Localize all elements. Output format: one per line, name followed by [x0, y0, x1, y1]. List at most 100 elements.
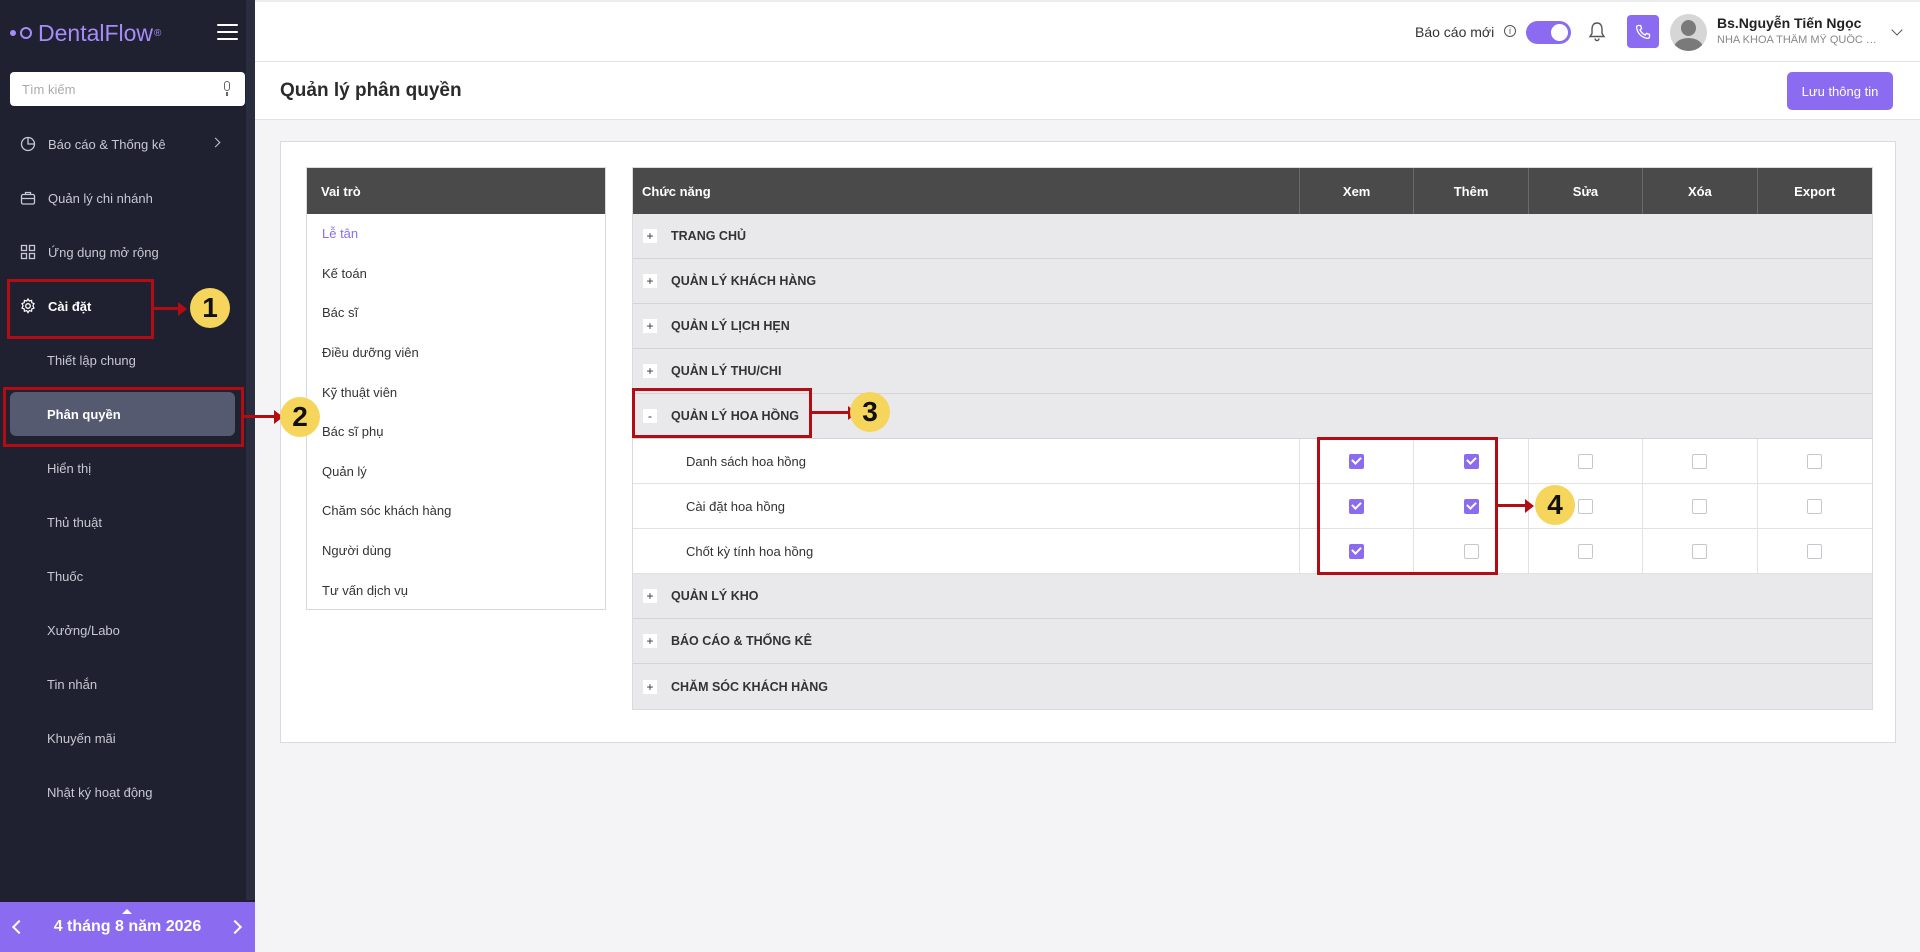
sidebar-subitem-general[interactable]: Thiết lập chung — [0, 333, 255, 387]
role-item[interactable]: Điều dưỡng viên — [307, 333, 605, 373]
bell-icon[interactable] — [1588, 21, 1606, 43]
permission-checkbox[interactable] — [1578, 543, 1593, 559]
sidebar-scrollbar[interactable] — [246, 0, 255, 900]
group-row-customers[interactable]: + QUẢN LÝ KHÁCH HÀNG — [633, 259, 1872, 304]
user-name: Bs.Nguyễn Tiến Ngọc — [1717, 15, 1862, 31]
pie-chart-icon — [20, 136, 36, 152]
sidebar-item-label: Cài đặt — [48, 298, 92, 314]
permission-checkbox[interactable] — [1463, 453, 1479, 469]
group-row-home[interactable]: + TRANG CHỦ — [633, 214, 1872, 259]
permission-checkbox[interactable] — [1807, 453, 1823, 469]
role-item[interactable]: Lễ tân — [307, 214, 605, 254]
annotation-badge-1: 1 — [190, 288, 230, 328]
sidebar-item-reports[interactable]: Báo cáo & Thống kê — [0, 117, 255, 171]
roles-header: Vai trò — [307, 168, 605, 214]
permission-checkbox[interactable] — [1807, 498, 1823, 514]
annotation-arrow-1 — [154, 307, 178, 310]
role-item[interactable]: Kế toán — [307, 254, 605, 294]
permission-checkbox[interactable] — [1807, 543, 1823, 559]
role-item[interactable]: Tư vấn dịch vụ — [307, 570, 605, 610]
permission-checkbox[interactable] — [1692, 543, 1708, 559]
menu-toggle-icon[interactable] — [217, 24, 238, 40]
group-row-customer-care[interactable]: + CHĂM SÓC KHÁCH HÀNG — [633, 664, 1872, 709]
annotation-badge-2: 2 — [280, 397, 320, 437]
expand-icon[interactable]: + — [643, 634, 657, 648]
role-item[interactable]: Quản lý — [307, 452, 605, 492]
phone-button[interactable] — [1627, 15, 1659, 48]
sidebar-subitem-promotions[interactable]: Khuyến mãi — [0, 711, 255, 765]
annotation-arrow-2 — [244, 415, 274, 418]
function-label: Danh sách hoa hồng — [633, 439, 1300, 483]
column-header-view: Xem — [1300, 168, 1415, 214]
new-report-label: Báo cáo mới — [1415, 24, 1495, 40]
column-header-function: Chức năng — [633, 168, 1300, 214]
sidebar-subitem-display[interactable]: Hiển thị — [0, 441, 255, 495]
permission-checkbox[interactable] — [1578, 453, 1593, 469]
expand-icon[interactable]: + — [643, 679, 657, 694]
info-icon[interactable]: i — [1504, 25, 1516, 37]
group-row-finance[interactable]: + QUẢN LÝ THU/CHI — [633, 349, 1872, 394]
caret-up-icon[interactable] — [122, 909, 132, 914]
permissions-header-row: Chức năng Xem Thêm Sửa Xóa Export — [633, 168, 1872, 214]
annotation-arrow-3 — [812, 411, 848, 414]
group-label: QUẢN LÝ HOA HỒNG — [671, 409, 800, 423]
expand-icon[interactable]: + — [643, 274, 657, 288]
permissions-table: Chức năng Xem Thêm Sửa Xóa Export + TRANG… — [632, 167, 1873, 710]
table-row: Danh sách hoa hồng — [633, 439, 1872, 484]
collapse-icon[interactable]: - — [643, 409, 657, 423]
sidebar-subitem-activity-log[interactable]: Nhật ký hoạt động — [0, 765, 255, 819]
search-input[interactable] — [22, 81, 221, 97]
chevron-down-icon[interactable] — [1891, 24, 1903, 36]
brand-name: DentalFlow — [38, 19, 154, 46]
group-label: QUẢN LÝ KHÁCH HÀNG — [671, 274, 817, 288]
briefcase-icon — [20, 191, 36, 205]
page-title: Quản lý phân quyền — [280, 80, 462, 101]
brand-registered-mark: ® — [154, 27, 162, 39]
permission-checkbox[interactable] — [1349, 453, 1365, 469]
permission-checkbox[interactable] — [1349, 543, 1365, 559]
group-row-commission[interactable]: - QUẢN LÝ HOA HỒNG — [633, 394, 1872, 439]
expand-icon[interactable]: + — [643, 319, 657, 333]
sidebar-item-branches[interactable]: Quản lý chi nhánh — [0, 171, 255, 225]
sidebar-item-label: Ứng dụng mở rộng — [48, 244, 159, 260]
sidebar-subitem-labo[interactable]: Xưởng/Labo — [0, 603, 255, 657]
group-row-appointments[interactable]: + QUẢN LÝ LỊCH HẸN — [633, 304, 1872, 349]
permission-checkbox[interactable] — [1692, 453, 1708, 469]
chevron-right-icon[interactable] — [227, 919, 243, 935]
role-item[interactable]: Chăm sóc khách hàng — [307, 491, 605, 531]
avatar[interactable] — [1670, 14, 1707, 51]
brand-logo[interactable]: DentalFlow ® — [10, 18, 161, 48]
chevron-right-icon — [210, 137, 221, 148]
role-item[interactable]: Bác sĩ phụ — [307, 412, 605, 452]
sidebar-subitem-messages[interactable]: Tin nhắn — [0, 657, 255, 711]
annotation-badge-4: 4 — [1535, 485, 1575, 525]
role-item[interactable]: Kỹ thuật viên — [307, 372, 605, 412]
role-item[interactable]: Bác sĩ — [307, 293, 605, 333]
save-button[interactable]: Lưu thông tin — [1787, 72, 1893, 110]
expand-icon[interactable]: + — [643, 229, 657, 243]
group-row-reports[interactable]: + BÁO CÁO & THỐNG KÊ — [633, 619, 1872, 664]
role-item[interactable]: Người dùng — [307, 531, 605, 571]
chevron-left-icon[interactable] — [11, 919, 27, 935]
expand-icon[interactable]: + — [643, 589, 657, 603]
sidebar-subitem-medicine[interactable]: Thuốc — [0, 549, 255, 603]
new-report-toggle[interactable] — [1526, 21, 1571, 44]
permission-checkbox[interactable] — [1692, 498, 1708, 514]
phone-icon — [1635, 24, 1651, 39]
sidebar-item-extensions[interactable]: Ứng dụng mở rộng — [0, 225, 255, 279]
sidebar-subitem-label: Thiết lập chung — [47, 352, 136, 368]
logo-mark-icon — [10, 27, 32, 39]
sidebar-subitem-label: Xưởng/Labo — [47, 622, 120, 638]
permission-checkbox[interactable] — [1578, 498, 1593, 514]
date-navigator: 4 tháng 8 năm 2026 — [0, 902, 255, 952]
microphone-icon[interactable] — [221, 81, 233, 97]
group-row-warehouse[interactable]: + QUẢN LÝ KHO — [633, 574, 1872, 619]
sidebar-subitem-permissions[interactable]: Phân quyền — [0, 387, 255, 441]
permission-checkbox[interactable] — [1463, 543, 1479, 559]
expand-icon[interactable]: + — [643, 364, 657, 378]
sidebar-subitem-procedures[interactable]: Thủ thuật — [0, 495, 255, 549]
group-label: QUẢN LÝ LỊCH HẸN — [671, 319, 790, 333]
permission-checkbox[interactable] — [1349, 498, 1365, 514]
permission-checkbox[interactable] — [1463, 498, 1479, 514]
current-date[interactable]: 4 tháng 8 năm 2026 — [54, 918, 202, 936]
